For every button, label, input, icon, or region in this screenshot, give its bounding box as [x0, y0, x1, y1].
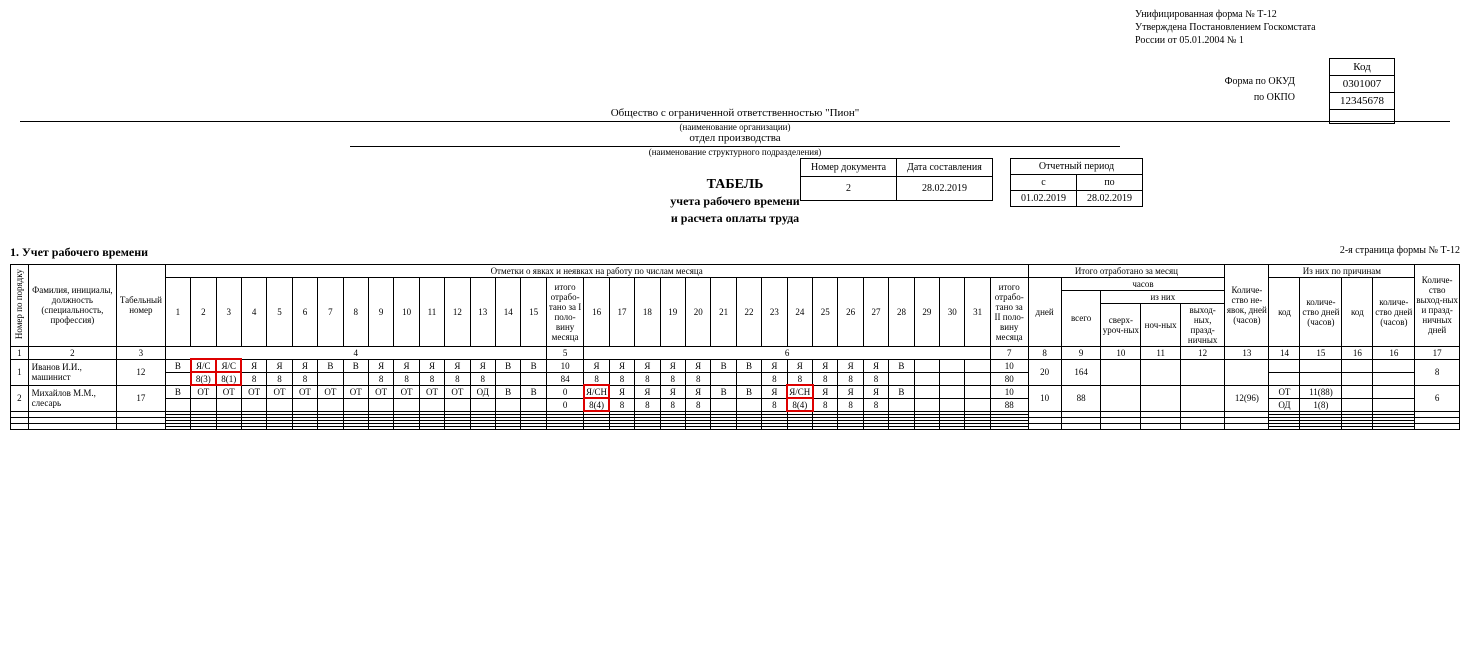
doc-meta: Номер документаДата составления 228.02.2… — [800, 158, 993, 201]
title: ТАБЕЛЬ учета рабочего времени и расчета … — [10, 177, 1460, 227]
section-title: 1. Учет рабочего времени — [10, 245, 148, 259]
period: Отчетный период спо 01.02.201928.02.2019 — [1010, 158, 1143, 207]
code-labels: Форма по ОКУД по ОКПО — [1225, 74, 1295, 106]
form-info: Унифицированная форма № Т-12 Утверждена … — [1135, 8, 1460, 47]
org-name-line: Общество с ограниченной ответственностью… — [10, 107, 1460, 157]
code-box: Код 0301007 12345678 — [1329, 58, 1395, 124]
page-note: 2-я страница формы № Т-12 — [1340, 245, 1460, 256]
main-table: Номер по порядкуФамилия, инициалы, должн… — [10, 264, 1460, 430]
